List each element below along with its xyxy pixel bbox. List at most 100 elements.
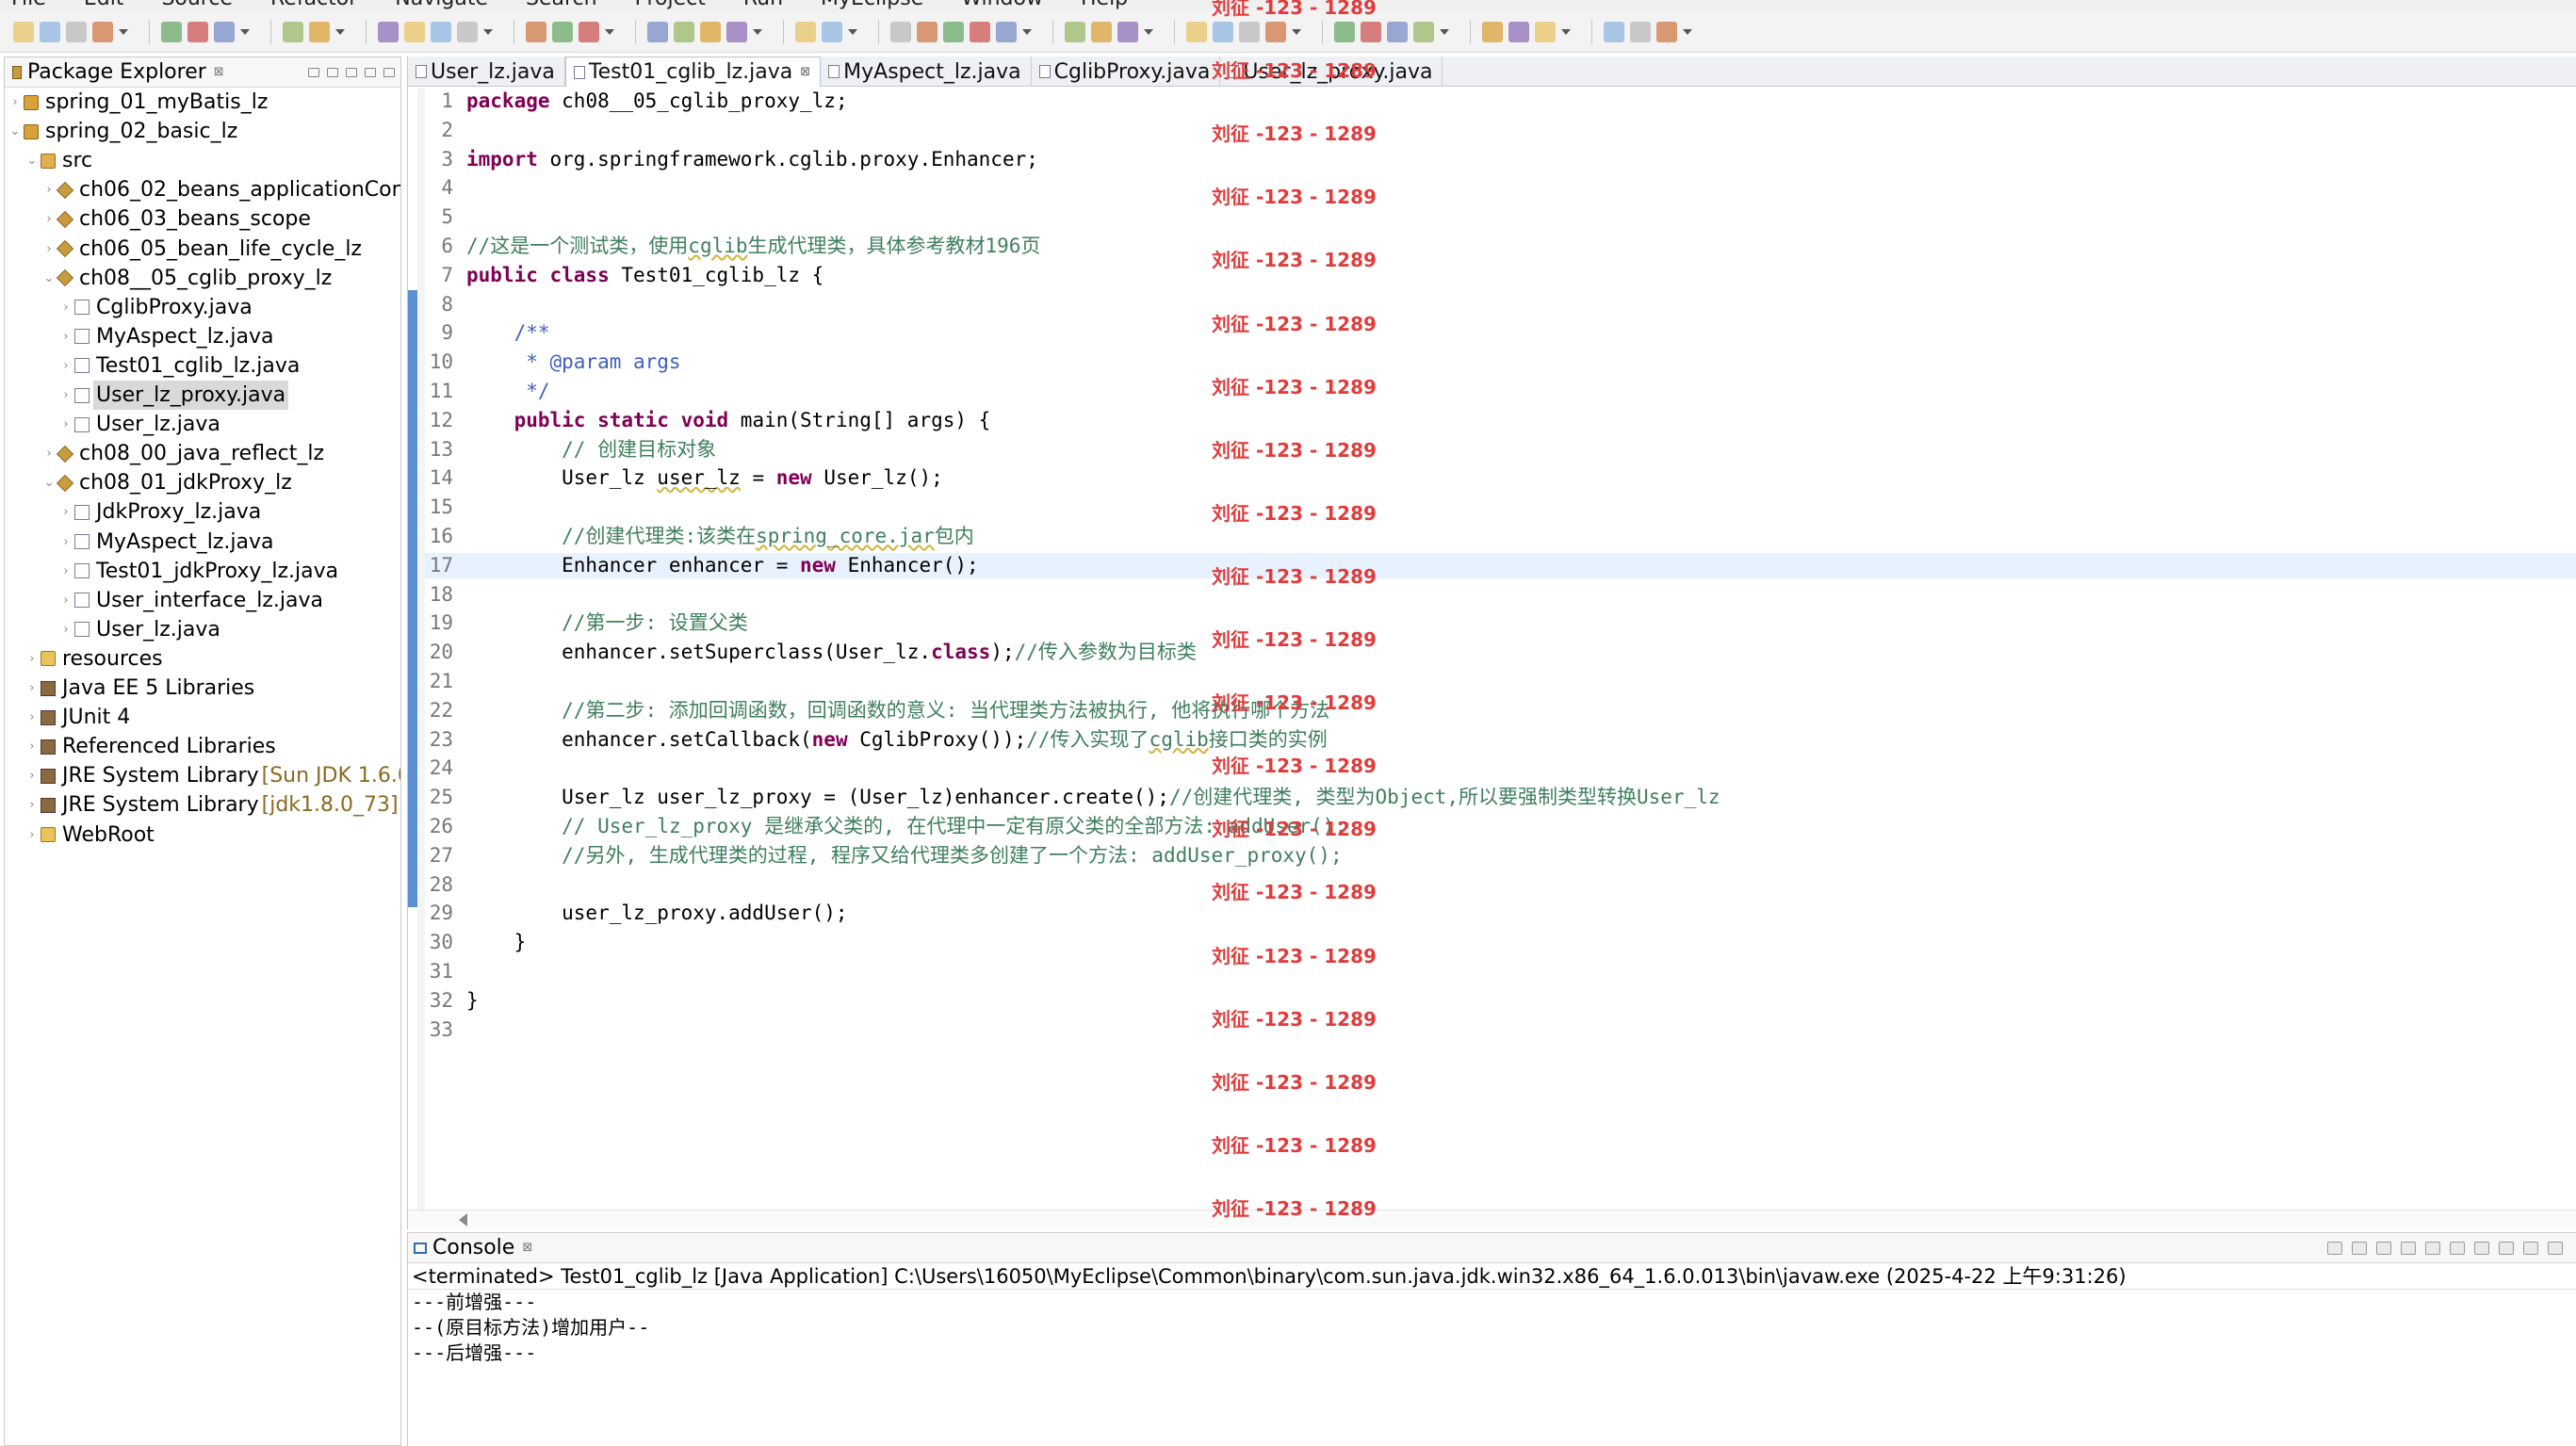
toolbar-button-icon[interactable]	[674, 21, 694, 42]
toolbar-button-icon[interactable]	[1630, 21, 1651, 42]
expand-toggle-icon[interactable]: ⌄	[8, 117, 22, 146]
dropdown-arrow-icon[interactable]	[335, 28, 345, 35]
toolbar-button-icon[interactable]	[726, 21, 747, 42]
toolbar-button-icon[interactable]	[1334, 21, 1355, 42]
remove-all-icon[interactable]	[2376, 1241, 2391, 1255]
show-on-output-icon[interactable]	[2450, 1241, 2465, 1255]
dropdown-arrow-icon[interactable]	[753, 28, 762, 35]
console-header[interactable]: Console ⊠	[408, 1233, 2576, 1263]
scroll-lock-icon[interactable]	[2425, 1241, 2440, 1255]
expand-toggle-icon[interactable]: ›	[42, 439, 56, 468]
menu-file[interactable]: File	[11, 0, 46, 10]
expand-toggle-icon[interactable]: ›	[42, 235, 56, 264]
toolbar-button-icon[interactable]	[214, 21, 235, 42]
tree-item[interactable]: ⌄ src	[5, 146, 95, 175]
expand-toggle-icon[interactable]: ›	[59, 615, 73, 644]
dropdown-arrow-icon[interactable]	[1683, 28, 1692, 35]
toolbar-button-icon[interactable]	[431, 21, 451, 42]
dropdown-arrow-icon[interactable]	[848, 28, 857, 35]
toolbar-button-icon[interactable]	[40, 21, 60, 42]
menu-window[interactable]: Window	[961, 0, 1043, 10]
expand-toggle-icon[interactable]: ›	[42, 175, 56, 204]
tree-item[interactable]: › MyAspect_lz.java	[5, 322, 276, 351]
toolbar-button-icon[interactable]	[187, 21, 208, 42]
menu-myeclipse[interactable]: MyEclipse	[821, 0, 923, 10]
dropdown-arrow-icon[interactable]	[605, 28, 614, 35]
close-icon[interactable]: ⊠	[522, 1241, 532, 1255]
menu-edit[interactable]: Edit	[84, 0, 124, 10]
expand-toggle-icon[interactable]: ›	[25, 732, 39, 761]
toolbar-button-icon[interactable]	[970, 21, 990, 42]
tree-item[interactable]: › User_lz_proxy.java	[5, 381, 289, 410]
toolbar-button-icon[interactable]	[1535, 21, 1556, 42]
tree-item[interactable]: › WebRoot	[5, 820, 157, 850]
tree-item[interactable]: › ch06_05_bean_life_cycle_lz	[5, 235, 365, 264]
toolbar-button-icon[interactable]	[309, 21, 330, 42]
toolbar-button-icon[interactable]	[457, 21, 478, 42]
expand-toggle-icon[interactable]: ›	[25, 761, 39, 790]
dropdown-arrow-icon[interactable]	[1561, 28, 1571, 35]
dropdown-arrow-icon[interactable]	[1440, 28, 1449, 35]
toolbar-button-icon[interactable]	[1413, 21, 1434, 42]
menu-project[interactable]: Project	[635, 0, 706, 10]
toolbar-button-icon[interactable]	[404, 21, 425, 42]
dropdown-arrow-icon[interactable]	[1144, 28, 1153, 35]
toolbar-button-icon[interactable]	[1186, 21, 1207, 42]
minimize-icon[interactable]	[365, 67, 376, 77]
toolbar-button-icon[interactable]	[283, 21, 303, 42]
toolbar-button-icon[interactable]	[66, 21, 87, 42]
toolbar-button-icon[interactable]	[1387, 21, 1408, 42]
toolbar-button-icon[interactable]	[92, 21, 113, 42]
expand-toggle-icon[interactable]: ›	[25, 820, 39, 850]
toolbar-button-icon[interactable]	[996, 21, 1017, 42]
tree-item[interactable]: › JdkProxy_lz.java	[5, 497, 264, 527]
expand-toggle-icon[interactable]: ⌄	[42, 468, 56, 497]
expand-toggle-icon[interactable]: ›	[59, 497, 73, 527]
tree-item[interactable]: › resources	[5, 644, 166, 674]
expand-toggle-icon[interactable]: ›	[25, 644, 39, 674]
toolbar-button-icon[interactable]	[890, 21, 911, 42]
toolbar-button-icon[interactable]	[1065, 21, 1085, 42]
clear-console-icon[interactable]	[2401, 1241, 2416, 1255]
console-output[interactable]: ---前增强--- --(原目标方法)增加用户-- ---后增强---	[408, 1290, 2576, 1366]
pin-console-icon[interactable]	[2474, 1241, 2489, 1255]
dropdown-arrow-icon[interactable]	[240, 28, 250, 35]
dropdown-arrow-icon[interactable]	[1292, 28, 1301, 35]
tree-item[interactable]: › User_lz.java	[5, 410, 223, 439]
toolbar-button-icon[interactable]	[1508, 21, 1529, 42]
toolbar-button-icon[interactable]	[1656, 21, 1677, 42]
tree-item[interactable]: › User_interface_lz.java	[5, 586, 326, 615]
toolbar-button-icon[interactable]	[13, 21, 34, 42]
tree-item[interactable]: › ch08_00_java_reflect_lz	[5, 439, 327, 468]
menu-navigate[interactable]: Navigate	[395, 0, 488, 10]
toolbar-button-icon[interactable]	[822, 21, 842, 42]
expand-toggle-icon[interactable]: ›	[25, 790, 39, 820]
editor-tab[interactable]: User_lz_proxy.java	[1220, 57, 1443, 87]
toolbar-button-icon[interactable]	[1091, 21, 1112, 42]
code-area[interactable]: 1 package ch08__05_cglib_proxy_lz; 2 3 impor…	[425, 89, 2576, 1210]
terminate-icon[interactable]	[2327, 1241, 2342, 1255]
tree-item[interactable]: ⌄ ch08__05_cglib_proxy_lz	[5, 264, 334, 293]
toolbar-button-icon[interactable]	[1239, 21, 1260, 42]
horizontal-scrollbar[interactable]	[408, 1210, 2576, 1229]
tree-item[interactable]: › JRE System Library [jdk1.8.0_73]	[5, 790, 398, 820]
editor-tab[interactable]: CglibProxy.java	[1032, 57, 1221, 87]
tree-item[interactable]: › ch06_02_beans_applicationConte:	[5, 175, 400, 204]
tree-item[interactable]: › Referenced Libraries	[5, 732, 279, 761]
scroll-left-icon[interactable]	[459, 1213, 467, 1227]
menu-search[interactable]: Search	[526, 0, 597, 10]
tree-item[interactable]: › Java EE 5 Libraries	[5, 674, 257, 703]
editor-tab[interactable]: Test01_cglib_lz.java ⊠	[564, 57, 822, 87]
toolbar-button-icon[interactable]	[378, 21, 399, 42]
tree-item[interactable]: ⌄ spring_02_basic_lz	[5, 117, 240, 146]
expand-toggle-icon[interactable]: ›	[59, 410, 73, 439]
tree-item[interactable]: › JUnit 4	[5, 703, 133, 732]
tree-item[interactable]: › User_lz.java	[5, 615, 223, 644]
expand-toggle-icon[interactable]: ›	[59, 293, 73, 322]
tree-item[interactable]: › Test01_cglib_lz.java	[5, 351, 302, 381]
close-icon[interactable]: ⊠	[214, 65, 224, 79]
maximize-icon[interactable]	[2548, 1241, 2563, 1255]
tree-item[interactable]: › CglibProxy.java	[5, 293, 255, 322]
toolbar-button-icon[interactable]	[1117, 21, 1138, 42]
expand-toggle-icon[interactable]: ›	[25, 674, 39, 703]
